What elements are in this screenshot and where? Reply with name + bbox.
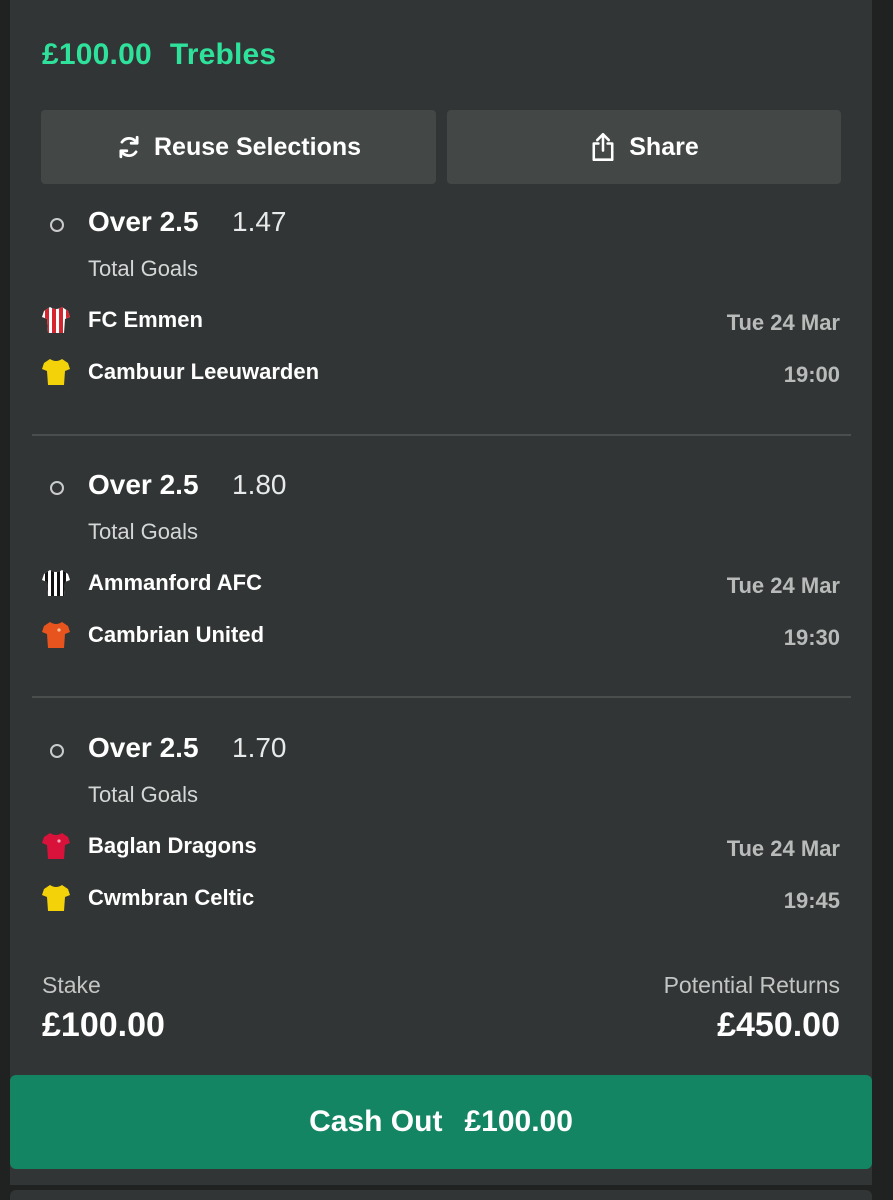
selection-odds: 1.80	[232, 469, 287, 500]
match-time: 19:30	[783, 625, 840, 650]
share-button[interactable]: Share	[447, 110, 841, 184]
selection-market: Total Goals	[88, 256, 199, 281]
potential-returns-label: Potential Returns	[663, 972, 840, 998]
away-team: Cambuur Leeuwarden	[40, 354, 319, 390]
match-time: 19:00	[783, 362, 840, 387]
refresh-icon	[116, 134, 142, 160]
home-team: Ammanford AFC	[40, 565, 262, 601]
next-bet-card-edge	[10, 1190, 872, 1200]
selection-odds: 1.47	[232, 206, 287, 237]
selection-item: Over 2.5 1.47 Total Goals FC Emmen Cambu…	[10, 198, 872, 460]
match-date: Tue 24 Mar	[726, 573, 840, 598]
potential-returns-value: £450.00	[717, 1006, 840, 1044]
away-team: Cwmbran Celtic	[40, 880, 254, 916]
home-team-name: Ammanford AFC	[88, 570, 262, 595]
bet-type: Trebles	[169, 38, 277, 71]
selection-pick: Over 2.5	[88, 732, 199, 763]
selection-status-indicator	[50, 218, 64, 232]
yellow-shirt-icon	[40, 356, 72, 388]
share-label: Share	[629, 132, 699, 161]
stake-label: Stake	[42, 972, 101, 998]
cash-out-button[interactable]: Cash Out £100.00	[10, 1075, 872, 1169]
selection-status-indicator	[50, 481, 64, 495]
away-team-name: Cambrian United	[88, 622, 265, 647]
home-team: Baglan Dragons	[40, 828, 257, 864]
away-team-name: Cambuur Leeuwarden	[88, 359, 320, 384]
match-date: Tue 24 Mar	[726, 836, 840, 861]
home-team: FC Emmen	[40, 302, 203, 338]
reuse-selections-label: Reuse Selections	[153, 132, 362, 161]
selection-market: Total Goals	[88, 782, 199, 807]
selection-item: Over 2.5 1.70 Total Goals Baglan Dragons…	[10, 724, 872, 986]
red-white-striped-shirt-icon	[40, 304, 72, 336]
selection-status-indicator	[50, 744, 64, 758]
away-team: Cambrian United	[40, 617, 264, 653]
orange-shirt-icon	[40, 619, 72, 651]
share-icon	[589, 132, 617, 162]
away-team-name: Cwmbran Celtic	[88, 885, 255, 910]
selection-item: Over 2.5 1.80 Total Goals Ammanford AFC	[10, 461, 872, 723]
selection-pick: Over 2.5	[88, 206, 199, 237]
bet-card: £100.00 Trebles Reuse Selections Share O…	[10, 0, 872, 1185]
stake-value: £100.00	[42, 1006, 165, 1044]
cash-out-label: Cash Out	[309, 1105, 443, 1138]
selection-odds: 1.70	[232, 732, 287, 763]
home-team-name: FC Emmen	[88, 307, 203, 332]
red-shirt-icon	[40, 830, 72, 862]
home-team-name: Baglan Dragons	[88, 833, 257, 858]
bet-header: £100.00 Trebles	[42, 38, 276, 72]
match-date: Tue 24 Mar	[726, 310, 840, 335]
cash-out-amount: £100.00	[464, 1105, 573, 1138]
divider	[32, 434, 851, 436]
divider	[32, 696, 851, 698]
black-white-striped-shirt-icon	[40, 567, 72, 599]
reuse-selections-button[interactable]: Reuse Selections	[41, 110, 436, 184]
match-time: 19:45	[783, 888, 840, 913]
selection-pick: Over 2.5	[88, 469, 199, 500]
yellow-shirt-icon	[40, 882, 72, 914]
selection-market: Total Goals	[88, 519, 199, 544]
bet-amount: £100.00	[42, 38, 152, 71]
